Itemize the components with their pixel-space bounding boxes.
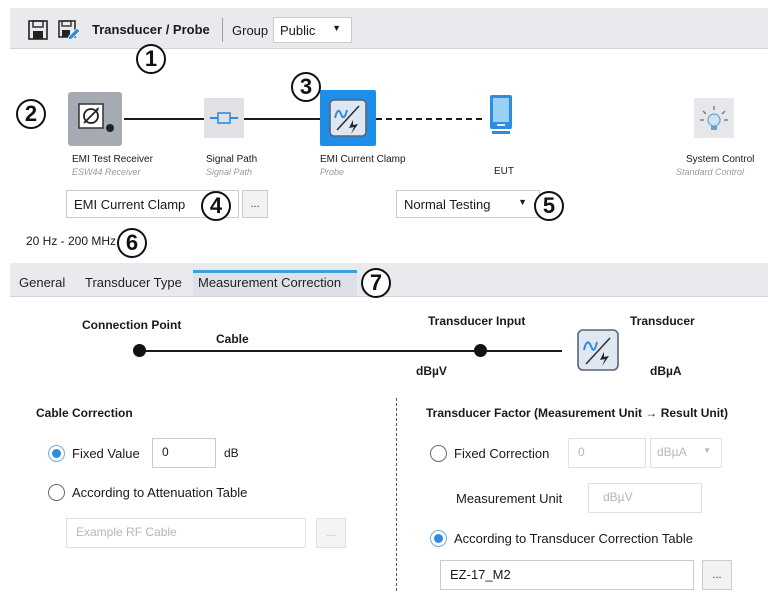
fixed-value-unit: dB — [224, 446, 239, 460]
eut-device-icon[interactable] — [486, 94, 516, 136]
transducer-factor-heading: Transducer Factor (Measurement Unit → Re… — [426, 406, 729, 420]
receiver-icon[interactable] — [68, 92, 122, 146]
connection-line — [124, 118, 204, 120]
tab-transducer-type[interactable]: Transducer Type — [80, 270, 187, 296]
section-divider — [396, 398, 397, 591]
fixed-correction-input[interactable]: 0 — [568, 438, 646, 468]
device-label: EMI Test Receiver — [72, 154, 153, 165]
toolbar: Transducer / Probe Group Public ▼ — [10, 8, 768, 49]
device-label: EUT — [494, 166, 514, 177]
current-clamp-icon[interactable] — [320, 90, 376, 146]
connection-line — [140, 350, 484, 352]
chevron-down-icon: ▼ — [703, 446, 711, 455]
correction-table-label: According to Transducer Correction Table — [454, 531, 693, 546]
cable-label: Cable — [216, 332, 249, 346]
measurement-unit-label: Measurement Unit — [456, 491, 563, 506]
callout-badge: 6 — [117, 228, 147, 258]
light-bulb-icon[interactable] — [694, 98, 734, 138]
test-mode-value: Normal Testing — [404, 197, 491, 212]
save-icon[interactable] — [26, 18, 50, 42]
fixed-correction-label: Fixed Correction — [454, 446, 550, 461]
device-label: System Control — [686, 154, 755, 165]
tab-measurement-correction[interactable]: Measurement Correction — [193, 270, 357, 296]
callout-badge: 1 — [136, 44, 166, 74]
transducer-input-dot — [474, 344, 487, 357]
signal-path-icon[interactable] — [204, 98, 244, 138]
attenuation-table-field[interactable]: Example RF Cable — [66, 518, 306, 548]
callout-badge: 7 — [361, 268, 391, 298]
transducer-probe-window: Transducer / Probe Group Public ▼ EMI Te… — [0, 0, 768, 591]
device-sublabel: Probe — [320, 167, 345, 177]
connection-line — [244, 118, 320, 120]
callout-badge: 2 — [16, 99, 46, 129]
fixed-value-input[interactable]: 0 — [152, 438, 216, 468]
attenuation-table-label: According to Attenuation Table — [72, 485, 248, 500]
selected-device-value: EMI Current Clamp — [74, 197, 186, 212]
fixed-correction-radio[interactable] — [430, 445, 447, 462]
group-select[interactable]: Public ▼ — [273, 17, 352, 43]
connection-point-label: Connection Point — [82, 318, 182, 332]
device-sublabel: ESW44 Receiver — [72, 167, 141, 177]
browse-device-button[interactable]: ... — [242, 190, 268, 218]
transducer-label: Transducer — [630, 314, 695, 328]
frequency-range: 20 Hz - 200 MHz — [26, 234, 117, 248]
measurement-unit-field[interactable]: dBµV — [588, 483, 702, 513]
attenuation-table-radio[interactable] — [48, 484, 65, 501]
device-label: EMI Current Clamp — [320, 154, 406, 165]
save-as-edit-icon[interactable] — [56, 18, 81, 42]
dashed-connection-line — [376, 118, 482, 120]
connection-line — [486, 350, 562, 352]
fixed-correction-unit-select[interactable]: dBµA ▼ — [650, 438, 722, 468]
browse-attenuation-button[interactable]: ... — [316, 518, 346, 548]
transducer-clamp-icon — [576, 328, 620, 372]
transducer-input-label: Transducer Input — [428, 314, 526, 328]
toolbar-divider — [222, 18, 223, 42]
connection-point-dot — [133, 344, 146, 357]
callout-badge: 4 — [201, 191, 231, 221]
browse-correction-table-button[interactable]: ... — [702, 560, 732, 590]
device-label: Signal Path — [206, 154, 258, 165]
callout-badge: 3 — [291, 72, 321, 102]
output-unit-label: dBµA — [650, 364, 682, 378]
chevron-down-icon: ▼ — [332, 23, 341, 33]
group-label: Group — [232, 23, 269, 38]
measurement-correction-panel: Connection Point Cable Transducer Input … — [10, 298, 768, 591]
cable-correction-heading: Cable Correction — [36, 406, 133, 420]
tab-general[interactable]: General — [14, 270, 70, 296]
fixed-value-radio[interactable] — [48, 445, 65, 462]
fixed-value-label: Fixed Value — [72, 446, 140, 461]
test-mode-select[interactable]: Normal Testing ▼ — [396, 190, 540, 218]
device-sublabel: Signal Path — [206, 167, 253, 177]
correction-table-radio[interactable] — [430, 530, 447, 547]
device-sublabel: Standard Control — [676, 167, 745, 177]
group-select-value: Public — [280, 23, 316, 38]
correction-table-field[interactable]: EZ-17_M2 — [440, 560, 694, 590]
fixed-correction-unit-value: dBµA — [657, 445, 687, 459]
chevron-down-icon: ▼ — [518, 197, 527, 207]
input-unit-label: dBµV — [416, 364, 447, 378]
page-title: Transducer / Probe — [92, 22, 210, 37]
callout-badge: 5 — [534, 191, 564, 221]
